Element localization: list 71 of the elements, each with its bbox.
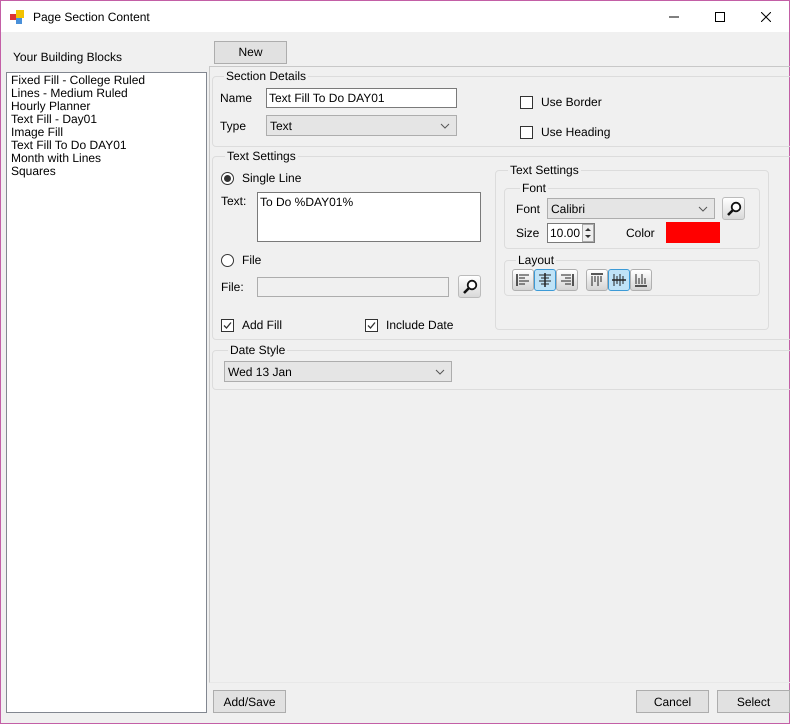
group-title: Text Settings (509, 162, 580, 179)
align-right-icon (558, 271, 576, 289)
chevron-down-icon (440, 122, 450, 128)
list-item[interactable]: Month with Lines (11, 152, 206, 165)
checkbox-label: Add Fill (242, 317, 282, 334)
text-area[interactable]: To Do %DAY01% (257, 192, 481, 242)
checkbox[interactable] (365, 318, 378, 332)
group-title: Date Style (229, 342, 286, 359)
app-icon (9, 8, 25, 24)
radio-label: File (242, 252, 262, 269)
group-title: Section Details (225, 68, 308, 85)
dropdown[interactable]: Text (266, 115, 457, 136)
radio-button[interactable] (221, 254, 234, 266)
align-center-icon (536, 271, 554, 289)
file-label: File: (221, 278, 245, 296)
layout-button[interactable] (512, 269, 534, 291)
valign-bottom-icon (632, 271, 650, 289)
group-title: Font (521, 180, 548, 197)
file-field[interactable] (257, 276, 449, 296)
text-label: Text: (221, 193, 248, 210)
search-button[interactable] (458, 275, 481, 298)
name-field[interactable]: Text Fill To Do DAY01 (266, 88, 457, 108)
cancel-button[interactable]: Cancel (636, 690, 709, 713)
sidebar-heading: Your Building Blocks (12, 49, 123, 66)
radio-label: Single Line (242, 170, 302, 187)
layout-button[interactable] (556, 269, 578, 291)
layout-button[interactable] (586, 269, 608, 291)
checkbox[interactable] (221, 318, 234, 332)
size-label: Size (516, 224, 540, 242)
new-button[interactable]: New (214, 40, 287, 64)
list-item[interactable]: Squares (11, 165, 206, 178)
close-icon (761, 12, 771, 22)
checkbox-label: Use Border (541, 94, 602, 111)
layout-button[interactable] (630, 269, 652, 291)
checkbox[interactable] (520, 96, 533, 108)
align-left-icon (514, 271, 532, 289)
search-icon (462, 278, 478, 294)
color-swatch[interactable] (666, 222, 720, 243)
list-item[interactable]: Text Fill - Day01 (11, 113, 206, 126)
radio-button[interactable] (221, 172, 234, 184)
type-label: Type (220, 118, 248, 134)
search-icon (726, 200, 742, 216)
list-item[interactable]: Hourly Planner (11, 100, 206, 113)
maximize-icon (715, 12, 725, 22)
list-item[interactable]: Lines - Medium Ruled (11, 87, 206, 100)
name-label: Name (220, 90, 254, 107)
dropdown[interactable]: Wed 13 Jan (224, 361, 452, 382)
checkbox-label: Use Heading (541, 124, 610, 141)
search-button[interactable] (722, 197, 745, 220)
valign-middle-icon (610, 271, 628, 289)
color-label: Color (626, 224, 656, 242)
list-item[interactable]: Text Fill To Do DAY01 (11, 139, 206, 152)
chevron-down-icon (698, 206, 708, 212)
group-title: Text Settings (226, 148, 297, 165)
layout-button[interactable] (534, 269, 556, 291)
add-save-button[interactable]: Add/Save (213, 690, 286, 713)
building-blocks-list[interactable]: Fixed Fill - College Ruled Lines - Medium Ruled Hourly Planner Text Fill - Day01 Image Fill Text Fill To Do DAY01 Month with Lines Squares (6, 72, 207, 713)
checkbox-label: Include Date (386, 317, 454, 334)
checkbox[interactable] (520, 126, 533, 138)
window-title: Page Section Content (33, 8, 150, 26)
layout-button[interactable] (608, 269, 630, 291)
font-label: Font (516, 200, 542, 218)
spinner-arrows-icon (582, 224, 594, 242)
valign-top-icon (588, 271, 606, 289)
size-spinner[interactable]: 10.00 (547, 222, 595, 242)
chevron-down-icon (435, 368, 445, 374)
group-title: Layout (517, 252, 556, 269)
select-button[interactable]: Select (717, 690, 790, 713)
dropdown[interactable]: Calibri (547, 198, 715, 219)
list-item[interactable]: Image Fill (11, 126, 206, 139)
list-item[interactable]: Fixed Fill - College Ruled (11, 74, 206, 87)
